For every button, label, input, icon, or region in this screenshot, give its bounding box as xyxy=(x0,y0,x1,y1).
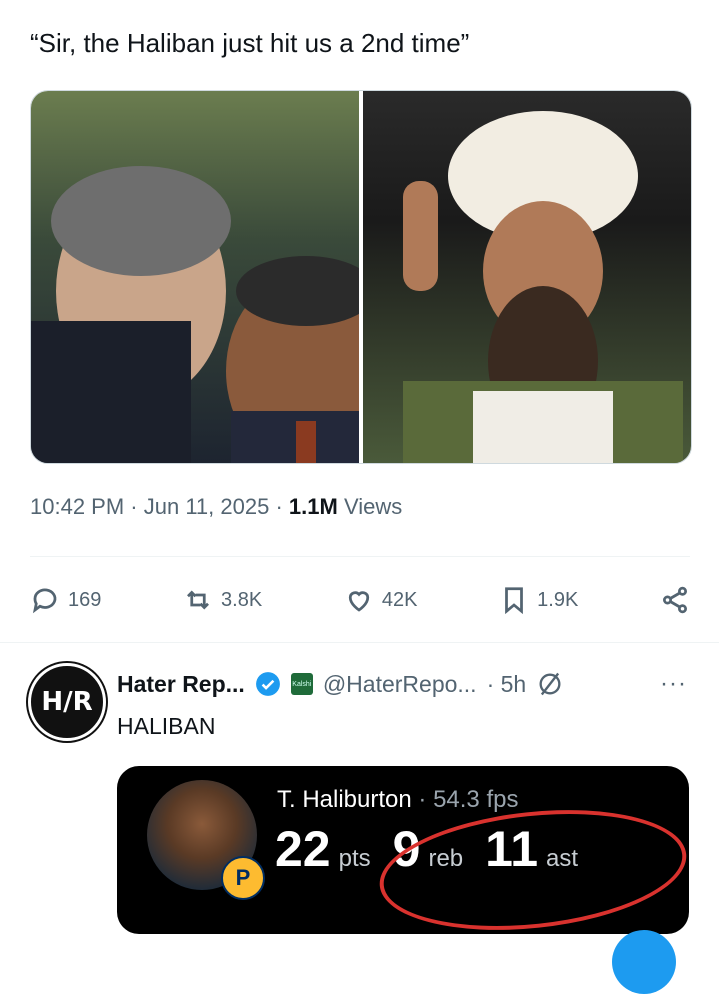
tweet-meta: 10:42 PM · Jun 11, 2025 · 1.1M Views xyxy=(30,494,403,519)
photo-illustration-left xyxy=(31,166,359,463)
tweet-time[interactable]: 10:42 PM xyxy=(30,494,124,519)
reply-author-handle[interactable]: @HaterRepo... xyxy=(323,671,477,698)
verified-badge-icon xyxy=(255,672,280,696)
heart-icon xyxy=(348,591,370,612)
reply-count: 169 xyxy=(68,588,102,611)
bookmark-button[interactable]: 1.9K xyxy=(499,585,578,615)
grok-icon[interactable] xyxy=(536,670,564,698)
reply-header: Hater Rep... Kalshi @HaterRepo... · 5h xyxy=(117,668,564,700)
share-button[interactable] xyxy=(660,585,690,615)
red-annotation-circle xyxy=(373,796,689,934)
divider xyxy=(30,556,690,557)
reply-time[interactable]: · 5h xyxy=(487,671,527,698)
views-count: 1.1M xyxy=(288,494,338,519)
share-icon xyxy=(662,586,687,614)
repost-count: 3.8K xyxy=(221,588,263,611)
tweet-media-grid[interactable] xyxy=(30,90,692,464)
tweet-text: “Sir, the Haliban just hit us a 2nd time… xyxy=(30,28,470,58)
more-options-icon[interactable]: ··· xyxy=(660,670,687,698)
tweet-date[interactable]: Jun 11, 2025 xyxy=(144,494,270,519)
pts-value: 22 xyxy=(275,821,331,877)
stat-card-image[interactable]: P T. Haliburton · 54.3 fps 22 pts 9 reb … xyxy=(117,766,689,934)
kalshi-affiliate-icon[interactable]: Kalshi xyxy=(290,673,313,695)
player-name: T. Haliburton xyxy=(277,786,412,813)
like-count: 42K xyxy=(381,588,418,611)
tweet-actions: 169 3.8K 42K 1.9K xyxy=(30,578,690,622)
bookmark-icon xyxy=(505,587,524,615)
player-line: T. Haliburton · 54.3 fps xyxy=(277,786,518,814)
divider xyxy=(0,642,719,643)
reply-text: HALIBAN xyxy=(117,713,216,739)
bookmark-count: 1.9K xyxy=(537,588,579,611)
reply-icon xyxy=(32,588,57,614)
team-logo-icon: P xyxy=(221,856,265,900)
photo-illustration-right xyxy=(403,111,683,463)
compose-fab-button[interactable] xyxy=(612,930,676,994)
views-label: Views xyxy=(343,494,403,519)
media-image-right[interactable] xyxy=(363,91,691,463)
like-button[interactable]: 42K xyxy=(344,585,418,615)
reply-avatar[interactable]: H/R xyxy=(28,663,106,741)
reply-author-name[interactable]: Hater Rep... xyxy=(117,671,245,698)
pts-label: pts xyxy=(338,845,371,872)
reply-button[interactable]: 169 xyxy=(30,585,101,615)
repost-button[interactable]: 3.8K xyxy=(183,585,262,615)
repost-icon xyxy=(187,590,210,610)
media-image-left[interactable] xyxy=(31,91,359,463)
player-fps: · 54.3 fps xyxy=(418,786,519,813)
